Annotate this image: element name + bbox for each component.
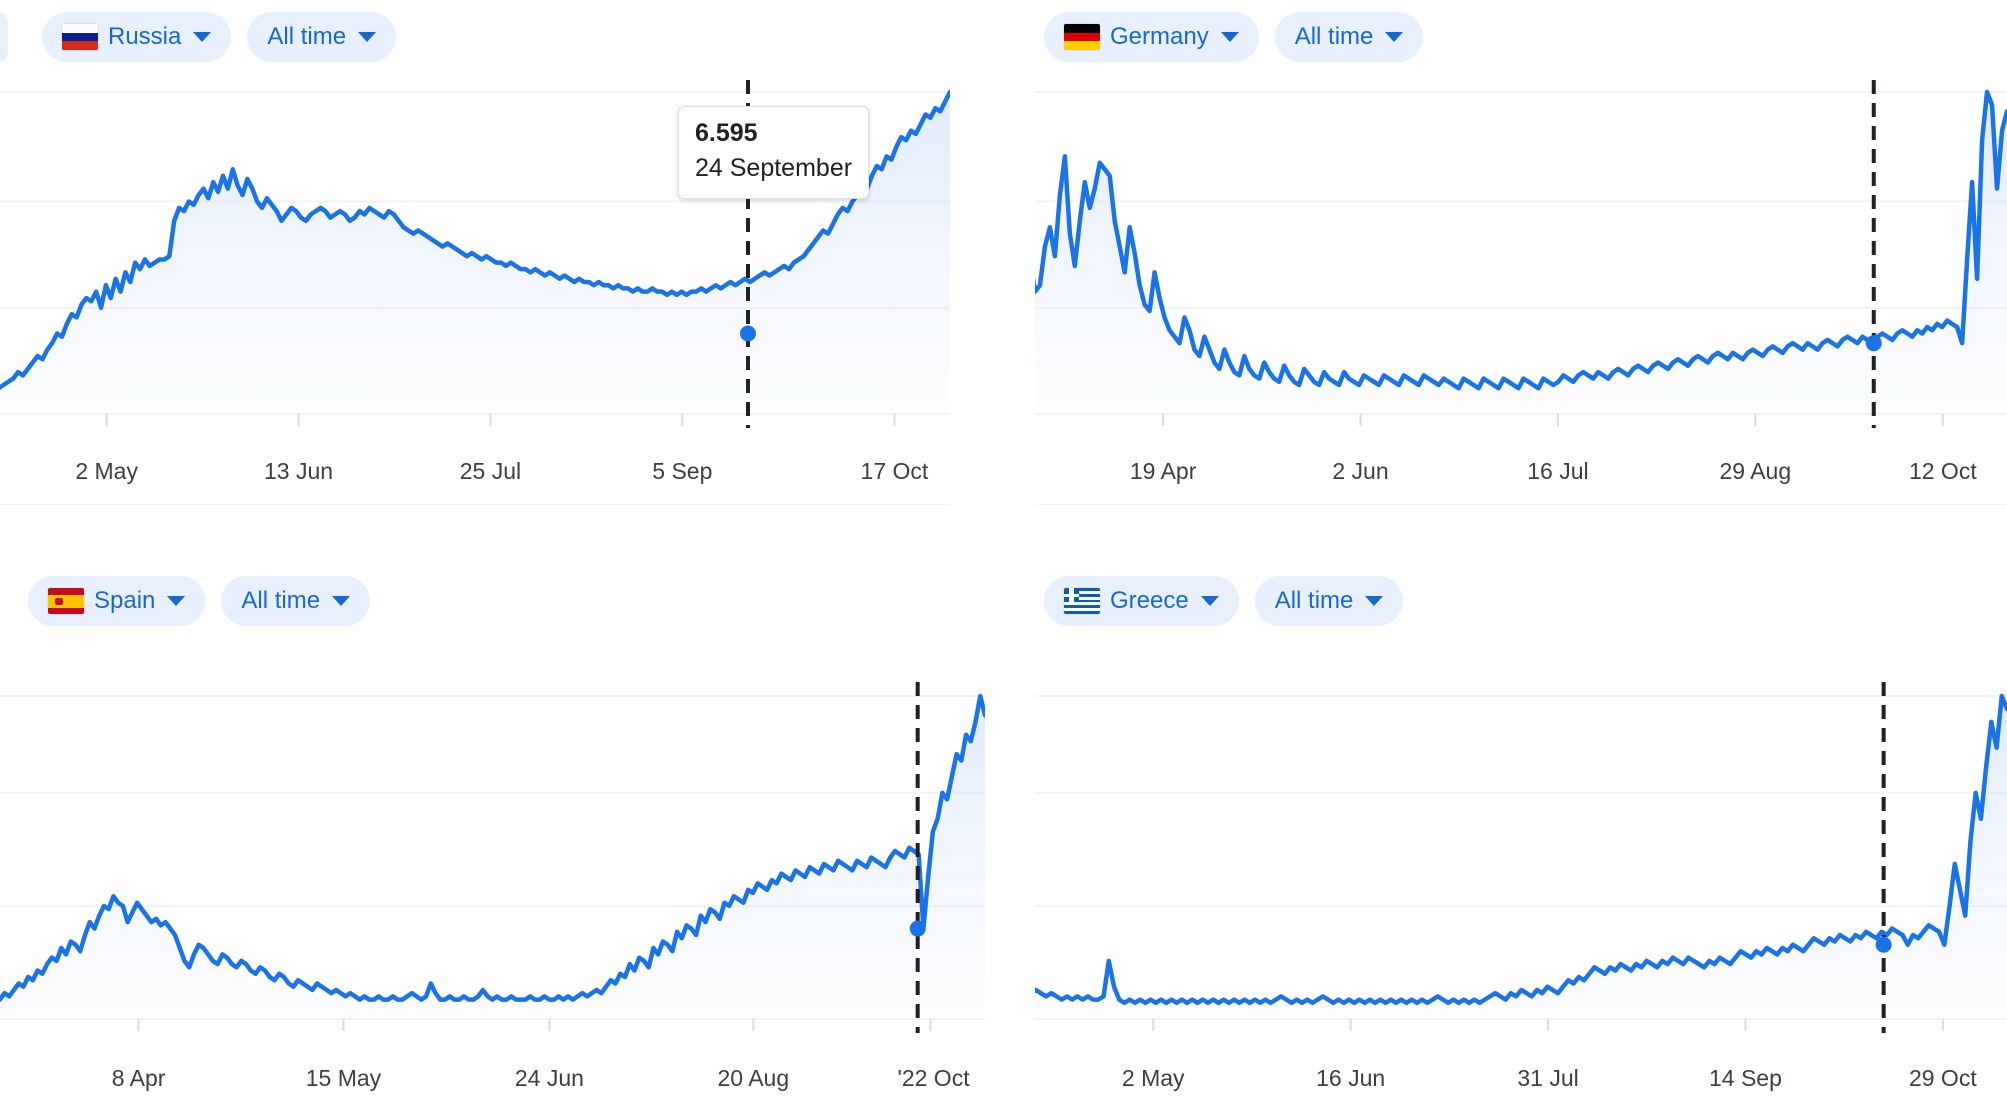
chevron-down-icon[interactable]: [1385, 32, 1404, 42]
xtick-label: 17 Oct: [860, 458, 929, 484]
chip-country-germany[interactable]: Germany: [1044, 12, 1259, 62]
xaxis-russia: 2 May 13 Jun 25 Jul 5 Sep 17 Oct: [0, 458, 950, 488]
panel-greece: Greece All time 2 May 16 Jun 31 Jul 14 S…: [1035, 557, 2007, 1114]
chip-country-russia[interactable]: Russia: [42, 12, 232, 62]
chip-time-greece[interactable]: All time: [1254, 576, 1404, 626]
chip-country-label: Spain: [94, 587, 156, 614]
tooltip-date: 24 September: [695, 154, 853, 183]
panel-germany: Germany All time 19 Apr 2 Jun 16 Jul 29 …: [1035, 0, 2007, 505]
xtick-label: 13 Jun: [264, 458, 334, 484]
chevron-down-icon[interactable]: [358, 32, 377, 42]
flag-spain-icon: [48, 588, 84, 614]
xtick-label: 2 May: [1121, 1065, 1185, 1091]
xtick-label: 2 Jun: [1332, 458, 1389, 484]
chevron-down-icon[interactable]: [1200, 596, 1219, 606]
xtick-label: 19 Apr: [1129, 458, 1197, 484]
chevron-down-icon[interactable]: [167, 596, 186, 606]
panel-divider: [1035, 504, 2007, 505]
chart-spain[interactable]: [0, 682, 985, 1057]
xtick-label: 12 Oct: [1908, 458, 1977, 484]
chart-germany-svg: [1035, 80, 2007, 428]
chip-country-label: Russia: [108, 23, 182, 50]
chip-partial-left[interactable]: [0, 12, 8, 62]
chip-time-label: All time: [267, 23, 347, 50]
xtick-label: 15 May: [305, 1065, 382, 1091]
chevron-down-icon[interactable]: [1220, 32, 1239, 42]
chip-time-label: All time: [1294, 23, 1374, 50]
xaxis-greece: 2 May 16 Jun 31 Jul 14 Sep 29 Oct: [1035, 1065, 2007, 1095]
xtick-label: '22 Oct: [897, 1065, 970, 1091]
xtick-label: 24 Jun: [514, 1065, 584, 1091]
filter-chips-spain: Spain All time: [28, 576, 371, 626]
xtick-label: 20 Aug: [717, 1065, 790, 1091]
xaxis-spain: 8 Apr 15 May 24 Jun 20 Aug '22 Oct: [0, 1065, 985, 1095]
chart-greece-svg: [1035, 682, 2007, 1033]
xtick-label: 14 Sep: [1708, 1065, 1782, 1091]
chip-time-russia[interactable]: All time: [247, 12, 397, 62]
panel-russia: Russia All time 2 May 13 Jun 25 Jul 5 Se…: [0, 0, 950, 505]
tooltip-russia: 6.595 24 September: [678, 106, 870, 199]
xtick-label: 29 Aug: [1719, 458, 1792, 484]
chip-time-label: All time: [241, 587, 321, 614]
chip-country-label: Germany: [1110, 23, 1209, 50]
panel-divider: [0, 504, 950, 505]
filter-chips-greece: Greece All time: [1044, 576, 1404, 626]
chevron-down-icon[interactable]: [193, 32, 212, 42]
flag-germany-icon: [1064, 24, 1100, 50]
chip-time-germany[interactable]: All time: [1274, 12, 1424, 62]
chip-country-greece[interactable]: Greece: [1044, 576, 1239, 626]
xtick-label: 5 Sep: [652, 458, 713, 484]
chip-time-spain[interactable]: All time: [221, 576, 371, 626]
xtick-label: 16 Jun: [1316, 1065, 1386, 1091]
tooltip-value: 6.595: [695, 119, 758, 147]
chevron-down-icon[interactable]: [332, 596, 351, 606]
xtick-label: 25 Jul: [459, 458, 522, 484]
xtick-label: 16 Jul: [1527, 458, 1589, 484]
chart-germany[interactable]: [1035, 80, 2007, 450]
chip-time-label: All time: [1274, 587, 1354, 614]
filter-chips-russia: Russia All time: [0, 12, 397, 62]
chart-greece[interactable]: [1035, 682, 2007, 1057]
panel-spain: Spain All time 8 Apr 15 May 24 Jun 20 Au…: [0, 557, 985, 1114]
xtick-label: 29 Oct: [1908, 1065, 1977, 1091]
xtick-label: 8 Apr: [111, 1065, 166, 1091]
chip-country-spain[interactable]: Spain: [28, 576, 206, 626]
xtick-label: 31 Jul: [1517, 1065, 1579, 1091]
xaxis-germany: 19 Apr 2 Jun 16 Jul 29 Aug 12 Oct: [1035, 458, 2007, 488]
xtick-label: 2 May: [75, 458, 138, 484]
chevron-down-icon[interactable]: [1365, 596, 1384, 606]
chip-country-label: Greece: [1110, 587, 1189, 614]
filter-chips-germany: Germany All time: [1044, 12, 1424, 62]
chart-spain-svg: [0, 682, 985, 1033]
trends-board: Russia All time 2 May 13 Jun 25 Jul 5 Se…: [0, 0, 2007, 1114]
flag-russia-icon: [62, 24, 98, 50]
flag-greece-icon: [1064, 588, 1100, 614]
